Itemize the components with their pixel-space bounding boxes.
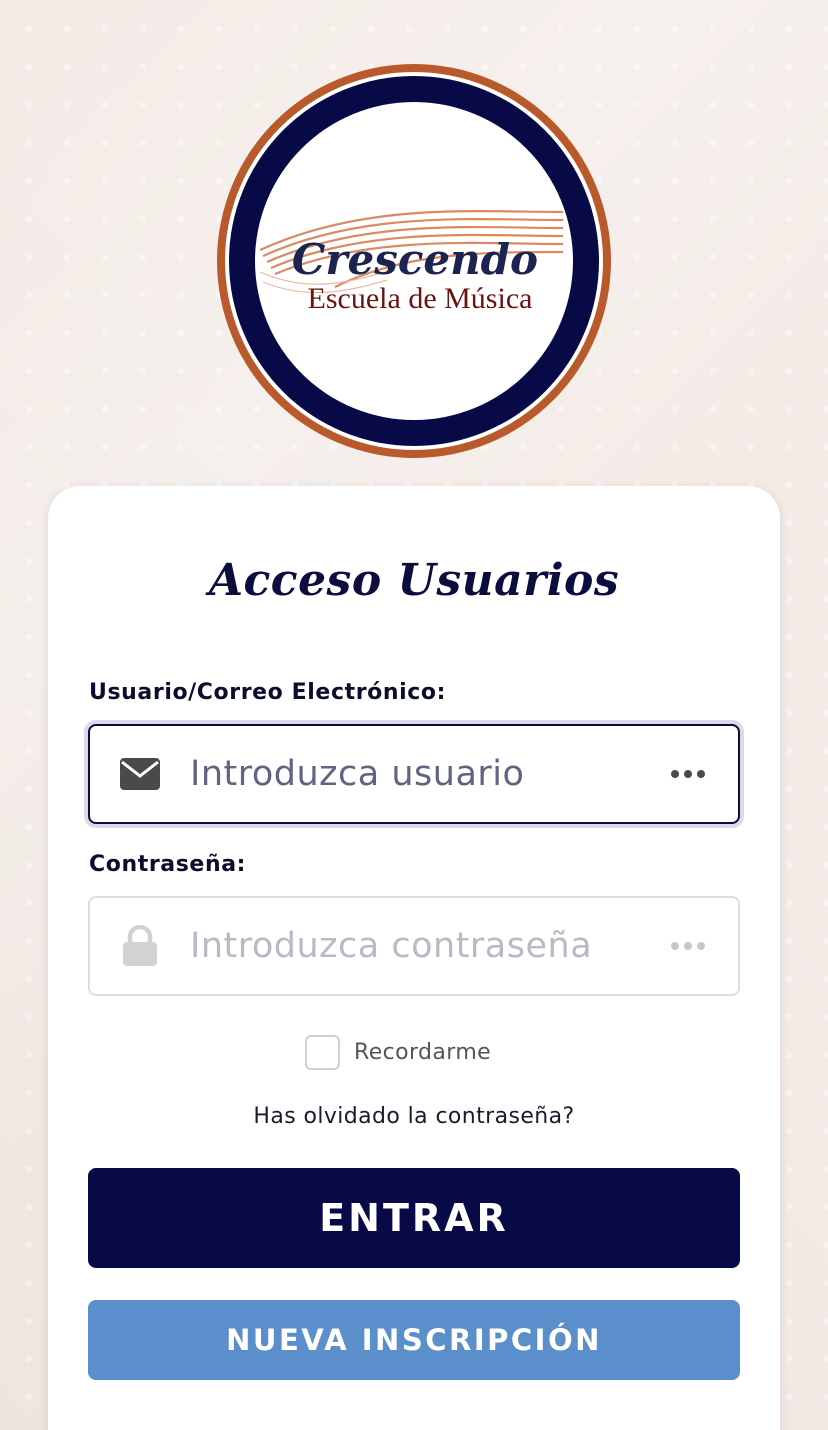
- school-logo: Crescendo Escuela de Música: [215, 62, 613, 460]
- username-placeholder: Introduzca usuario: [190, 754, 525, 794]
- remember-me[interactable]: Recordarme: [305, 1035, 491, 1070]
- username-input[interactable]: Introduzca usuario: [88, 724, 740, 824]
- password-placeholder: Introduzca contraseña: [190, 926, 593, 966]
- remember-checkbox[interactable]: [305, 1035, 340, 1070]
- forgot-password-link[interactable]: Has olvidado la contraseña?: [0, 1104, 828, 1129]
- new-registration-button[interactable]: NUEVA INSCRIPCIÓN: [88, 1300, 740, 1380]
- logo-title: Crescendo: [292, 235, 538, 284]
- login-button[interactable]: ENTRAR: [88, 1168, 740, 1268]
- logo-subtitle: Escuela de Música: [308, 282, 533, 315]
- lock-icon: [90, 925, 190, 967]
- password-input[interactable]: Introduzca contraseña: [88, 896, 740, 996]
- username-label: Usuario/Correo Electrónico:: [89, 680, 447, 705]
- envelope-icon: [90, 757, 190, 791]
- card-title: Acceso Usuarios: [208, 555, 620, 606]
- password-label: Contraseña:: [89, 852, 247, 877]
- more-options-icon[interactable]: [638, 942, 738, 950]
- remember-label: Recordarme: [354, 1040, 492, 1065]
- more-options-icon[interactable]: [638, 770, 738, 778]
